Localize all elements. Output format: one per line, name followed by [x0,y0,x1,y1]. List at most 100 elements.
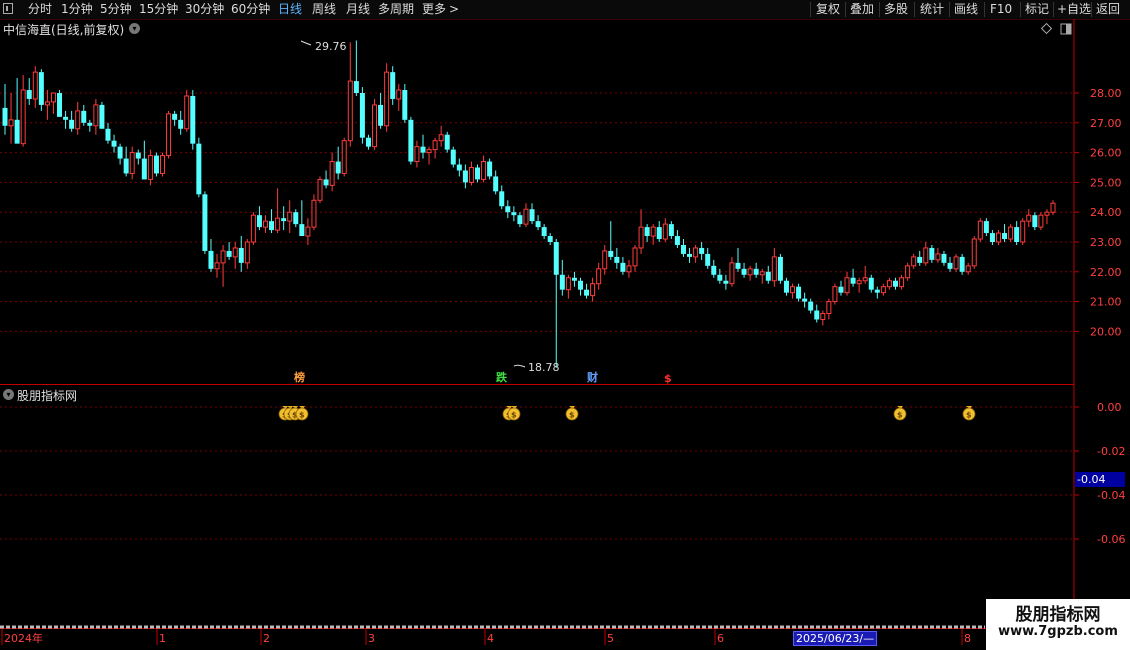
candle [432,137,438,159]
candle [856,277,862,293]
candle [759,268,765,284]
candle [826,298,832,320]
candle [632,244,638,272]
price-tick-label: 22.00 [1090,266,1122,279]
svg-text:$: $ [897,411,903,420]
candle [238,236,244,272]
candle [214,253,220,278]
candle [1050,200,1056,216]
candle [390,66,396,105]
candle [329,152,335,192]
candle [953,253,959,272]
candle [232,242,238,269]
event-marker-rank[interactable]: 榜 [294,370,305,384]
candle [614,247,620,269]
candle [941,250,947,266]
candle [147,149,153,186]
candle [93,98,99,135]
candle [105,122,111,144]
price-axis: 28.00 27.00 26.00 25.00 24.00 23.00 22.00 21.00… [1074,87,1122,338]
candle [129,146,135,180]
candle [723,274,729,290]
candle [1002,224,1008,242]
candle [44,90,50,120]
chevron-down-icon[interactable]: ▾ [3,389,14,400]
candle [747,265,753,281]
candle [202,191,208,254]
candle [293,209,299,228]
svg-text:$: $ [966,411,972,420]
candle [517,212,523,228]
candle [462,164,468,189]
price-tick-label: 23.00 [1090,236,1122,249]
candle [559,259,565,296]
candle [553,239,559,368]
time-tick-label: 2024年 [4,631,43,645]
candle [783,277,789,296]
candle [347,42,353,147]
candle [693,244,699,263]
candle [250,212,256,245]
money-bag-icon: $ [962,406,976,421]
candle [947,256,953,272]
candle [384,63,390,132]
panel-toggle-icon[interactable] [1060,23,1072,35]
candle [1008,224,1014,242]
candle [287,200,293,234]
candle [662,218,668,242]
event-marker-drop[interactable]: 跌 [496,370,508,384]
svg-text:$: $ [511,411,517,420]
candle [596,262,602,290]
price-tick-label: 24.00 [1090,206,1122,219]
candle [777,253,783,284]
candle [32,66,38,108]
candle [487,158,493,180]
candle [505,200,511,219]
candle [275,188,281,234]
candle [820,310,826,326]
candle [81,104,87,126]
candle [50,92,56,114]
candle [262,215,268,234]
diamond-icon[interactable] [1040,22,1053,35]
candle [565,274,571,299]
time-tick-label: 6 [717,632,724,645]
candle [135,149,141,165]
candle [571,271,577,287]
candle [372,98,378,150]
event-marker-dividend[interactable]: $ [664,372,672,385]
candle [2,84,8,135]
candle [99,101,105,129]
candle [123,146,129,177]
candle [674,230,680,248]
candle [196,137,202,198]
candle [208,239,214,272]
candle [1020,218,1026,245]
candle [971,236,977,269]
candle [20,75,26,147]
candle [153,152,159,177]
candle [668,221,674,240]
candle [899,274,905,290]
candle [468,161,474,186]
event-marker-finance[interactable]: 财 [586,370,598,384]
money-bag-icon: $ [565,406,579,421]
candle [1038,212,1044,231]
candle [311,194,317,231]
candle [317,176,323,204]
watermark-url: www.7gpzb.com [998,624,1118,639]
candle [281,206,287,231]
candle [590,277,596,302]
candle [244,239,250,269]
candle [269,209,275,234]
candle [802,292,808,308]
candle [1044,209,1050,225]
candle [735,247,741,272]
candle [838,280,844,296]
candle [426,146,432,165]
candle [1032,212,1038,231]
candle [14,78,20,144]
high-price-label: 29.76 [315,40,347,53]
money-bag-icon: $ [893,406,907,421]
candle [38,69,44,111]
